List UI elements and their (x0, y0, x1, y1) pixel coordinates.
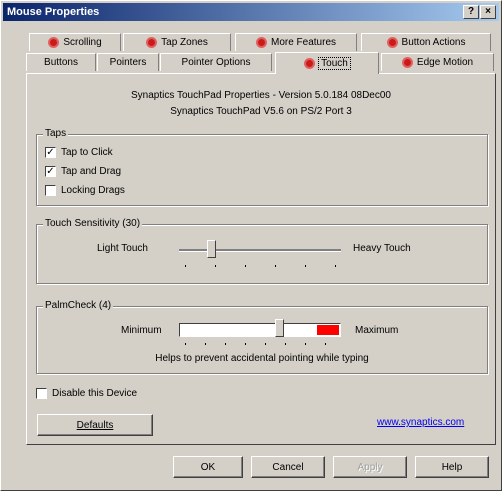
check-icon: ✓ (46, 165, 55, 177)
synaptics-website-link[interactable]: www.synaptics.com (377, 417, 464, 428)
tab-edge-motion[interactable]: Edge Motion (381, 53, 494, 71)
taps-legend: Taps (43, 128, 69, 139)
synaptics-icon (146, 37, 158, 48)
tap-and-drag-checkbox[interactable]: ✓ (45, 166, 56, 177)
tab-tap-zones[interactable]: Tap Zones (123, 33, 231, 51)
mouse-properties-window: Mouse Properties ? × Scrolling Tap Zones… (0, 0, 502, 491)
slider-tick (225, 343, 226, 345)
tab-label: Scrolling (63, 37, 102, 48)
slider-tick (335, 265, 336, 267)
disable-device-option[interactable]: Disable this Device (36, 388, 137, 399)
defaults-label: Defaults (76, 419, 114, 431)
tap-to-click-checkbox[interactable]: ✓ (45, 147, 56, 158)
slider-tick (205, 343, 206, 345)
palmcheck-legend: PalmCheck (4) (43, 300, 114, 311)
help-icon: ? (467, 6, 475, 17)
minimum-label: Minimum (121, 325, 162, 336)
tab-label: Tap Zones (161, 37, 208, 48)
slider-tick (305, 343, 306, 345)
touch-sensitivity-legend: Touch Sensitivity (30) (43, 218, 143, 229)
help-button[interactable]: Help (415, 456, 489, 478)
slider-tick (285, 343, 286, 345)
tab-label: Edge Motion (416, 57, 474, 68)
check-icon: ✓ (46, 146, 55, 158)
slider-tick (275, 265, 276, 267)
palmcheck-hint: Helps to prevent accidental pointing whi… (155, 353, 369, 364)
tab-label: Pointers (109, 57, 147, 68)
synaptics-icon (386, 37, 398, 48)
disable-device-checkbox[interactable] (36, 388, 47, 399)
tab-label: Buttons (44, 57, 78, 68)
tab-label: Touch (318, 57, 351, 70)
tab-pointer-options[interactable]: Pointer Options (160, 53, 272, 71)
close-icon: × (485, 6, 491, 17)
defaults-button[interactable]: Defaults (37, 414, 153, 436)
apply-label: Apply (357, 461, 383, 473)
port-info: Synaptics TouchPad V5.6 on PS/2 Port 3 (170, 106, 352, 117)
synaptics-icon (255, 37, 267, 48)
tab-label: More Features (270, 37, 337, 48)
taps-group: Taps ✓ Tap to Click ✓ Tap and Drag Locki… (36, 128, 488, 206)
help-label: Help (441, 461, 463, 473)
tap-to-click-option[interactable]: ✓ Tap to Click (45, 147, 113, 158)
title-bar[interactable]: Mouse Properties ? × (3, 3, 499, 21)
heavy-touch-label: Heavy Touch (353, 243, 411, 254)
tap-to-click-label: Tap to Click (61, 147, 113, 158)
slider-tick (185, 265, 186, 267)
locking-drags-option[interactable]: Locking Drags (45, 185, 125, 196)
close-title-button[interactable]: × (480, 5, 496, 19)
tap-and-drag-label: Tap and Drag (61, 166, 122, 177)
touch-tab-panel: Synaptics TouchPad Properties - Version … (26, 73, 496, 445)
maximum-label: Maximum (355, 325, 399, 336)
tab-more-features[interactable]: More Features (235, 33, 357, 51)
slider-tick (245, 343, 246, 345)
tab-label: Button Actions (401, 37, 466, 48)
palmcheck-group: PalmCheck (4) Minimum Maximum Helps to p… (36, 300, 488, 374)
palmcheck-danger-zone (317, 325, 339, 335)
version-info: Synaptics TouchPad Properties - Version … (131, 90, 391, 101)
tap-and-drag-option[interactable]: ✓ Tap and Drag (45, 166, 121, 177)
sensitivity-slider-track[interactable] (179, 249, 341, 252)
synaptics-icon (48, 37, 60, 48)
synaptics-icon (401, 57, 413, 68)
sensitivity-slider-thumb[interactable] (207, 240, 217, 258)
palmcheck-slider-thumb[interactable] (275, 319, 285, 337)
tab-pointers[interactable]: Pointers (97, 53, 159, 71)
locking-drags-checkbox[interactable] (45, 185, 56, 196)
slider-tick (245, 265, 246, 267)
ok-label: OK (200, 461, 216, 473)
apply-button[interactable]: Apply (333, 456, 407, 478)
ok-button[interactable]: OK (173, 456, 243, 478)
tab-scrolling[interactable]: Scrolling (29, 33, 121, 51)
touch-sensitivity-group: Touch Sensitivity (30) Light Touch Heavy… (36, 218, 488, 284)
light-touch-label: Light Touch (97, 243, 148, 254)
locking-drags-label: Locking Drags (61, 185, 125, 196)
slider-tick (325, 343, 326, 345)
window-title: Mouse Properties (7, 6, 100, 18)
slider-tick (215, 265, 216, 267)
slider-tick (305, 265, 306, 267)
slider-tick (265, 343, 266, 345)
tab-button-actions[interactable]: Button Actions (361, 33, 491, 51)
tab-buttons[interactable]: Buttons (26, 53, 96, 71)
tab-label: Pointer Options (181, 57, 251, 68)
synaptics-icon (304, 58, 316, 69)
help-title-button[interactable]: ? (463, 5, 479, 19)
cancel-label: Cancel (272, 461, 304, 473)
tab-touch[interactable]: Touch (275, 52, 379, 74)
slider-tick (185, 343, 186, 345)
disable-device-label: Disable this Device (52, 388, 138, 399)
cancel-button[interactable]: Cancel (251, 456, 325, 478)
